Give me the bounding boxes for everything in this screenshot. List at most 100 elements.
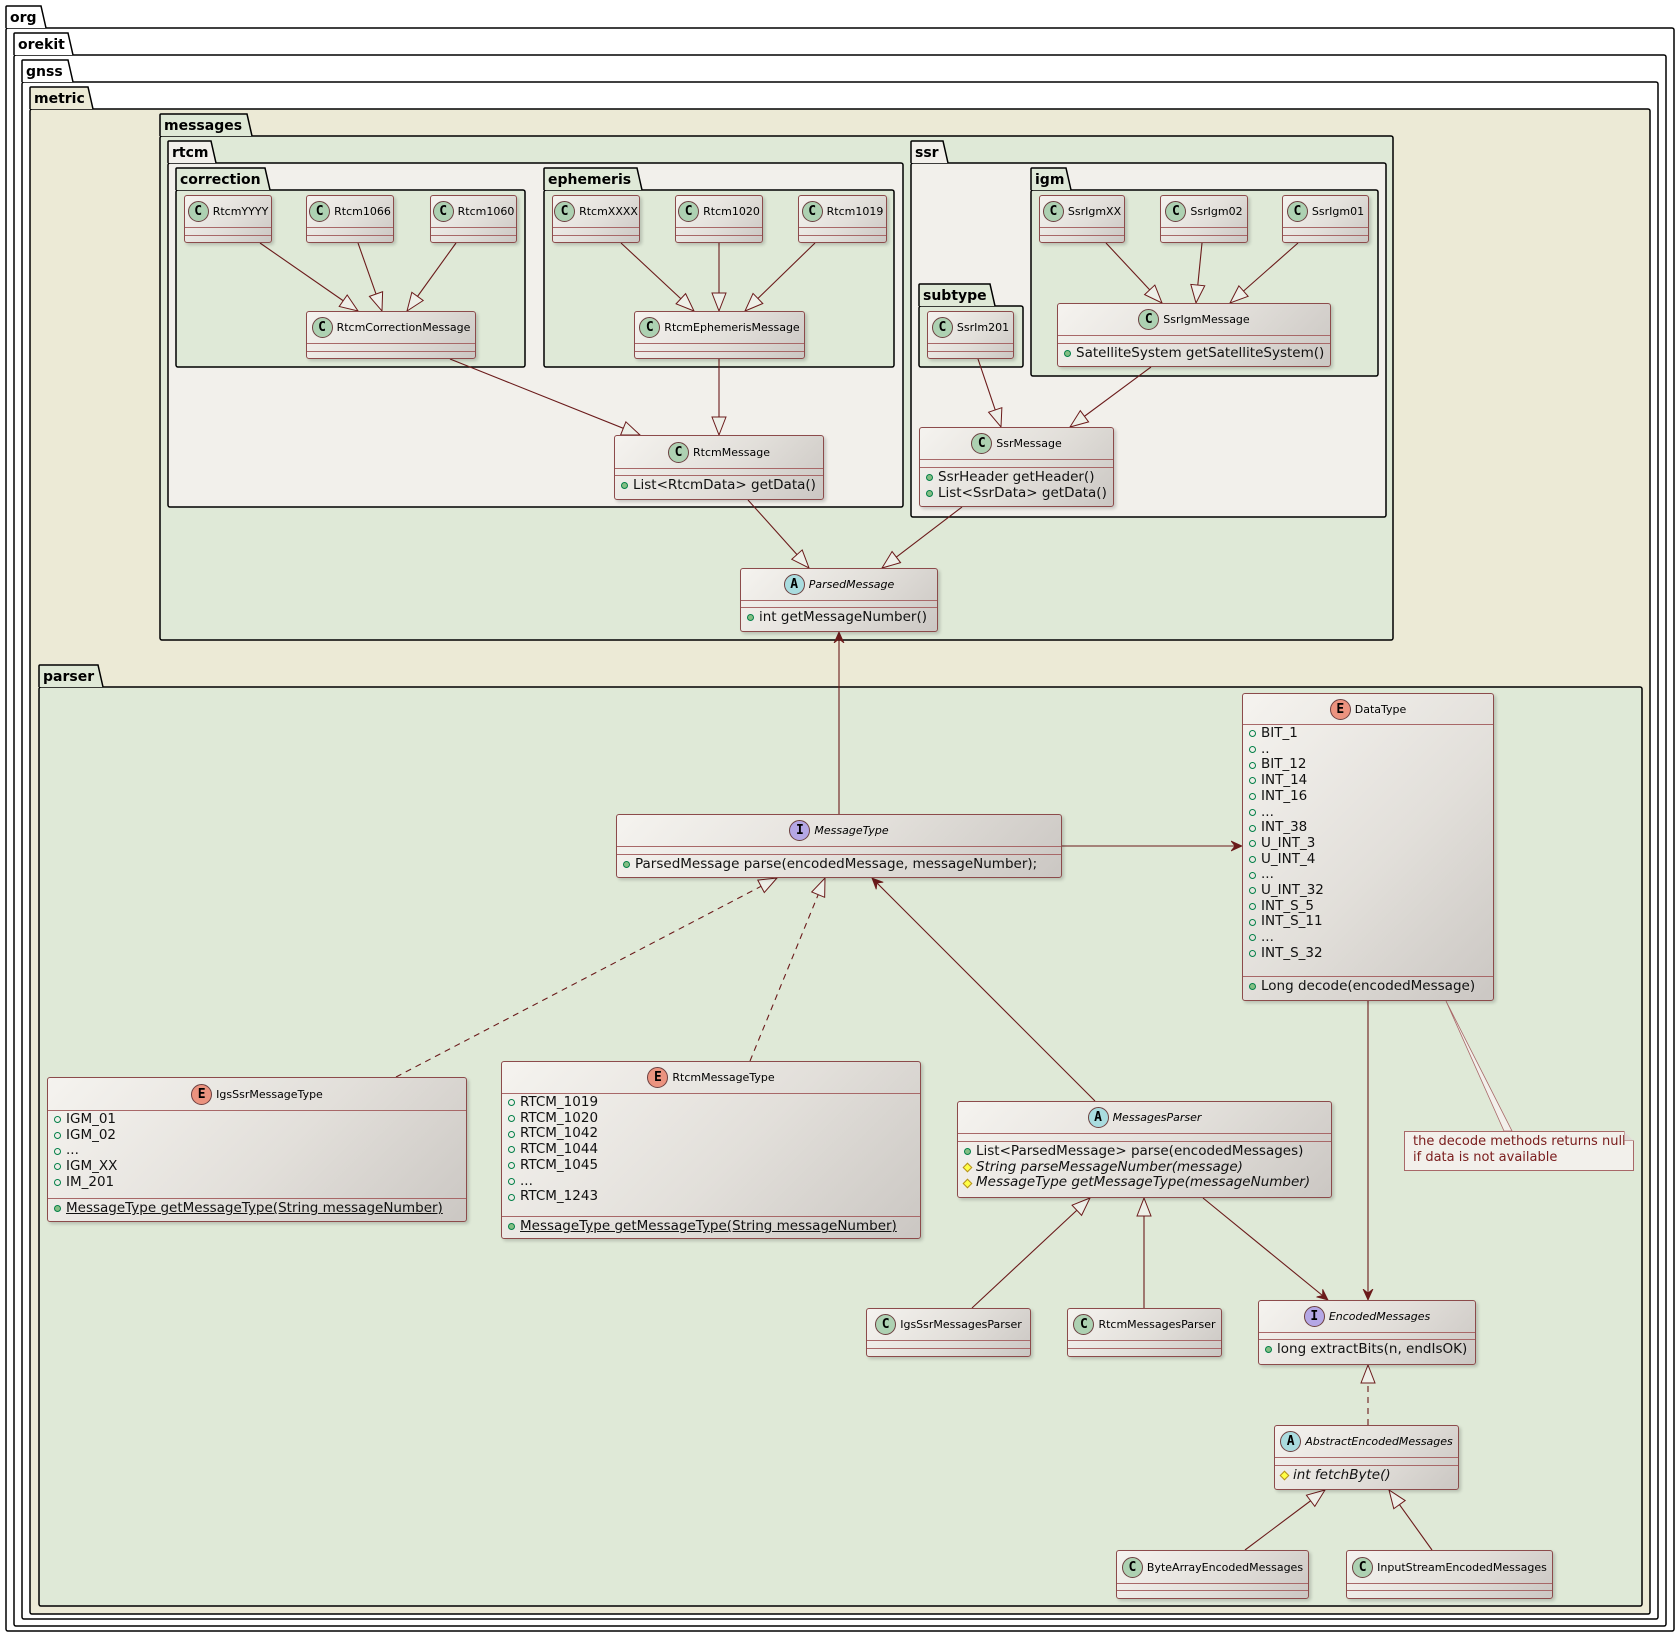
class-ssrigmmessage[interactable]: C SsrIgmMessage SatelliteSystem getSatelli… (1057, 303, 1331, 367)
abstract-class-abstractencodedmessages[interactable]: A AbstractEncodedMessages int fetchByte() (1274, 1425, 1459, 1490)
method: MessageType getMessageType(String messag… (508, 1218, 920, 1235)
member-text: String parseMessageNumber(message) (976, 1158, 1243, 1175)
enum-datatype[interactable]: E DataType BIT_1.. BIT_12 INT_14 INT_16... INT… (1242, 693, 1494, 1001)
attributes-compartment (867, 1341, 1030, 1349)
attributes-compartment (1283, 228, 1368, 236)
attributes-compartment (553, 228, 639, 236)
method: List<ParsedMessage> parse(encodedMessage… (964, 1143, 1331, 1160)
attributes-compartment: BIT_1.. BIT_12 INT_14 INT_16... INT_38 U_INT_… (1243, 725, 1493, 977)
enum-constant: INT_14 (1249, 772, 1493, 789)
class-rtcmxxxx[interactable]: C RtcmXXXX (552, 195, 640, 243)
methods-compartment (867, 1349, 1030, 1356)
enum-constant: U_INT_3 (1249, 834, 1493, 852)
class-rtcmephemerismessage[interactable]: C RtcmEphemerisMessage (634, 311, 805, 359)
class-spot-icon: C (309, 201, 331, 222)
enum-constant: INT_16 (1249, 787, 1493, 805)
protected-method-icon (962, 1178, 973, 1189)
class-ssrigm01[interactable]: C SsrIgm01 (1282, 195, 1369, 243)
public-field-icon (1249, 730, 1256, 738)
class-rtcm1020[interactable]: C Rtcm1020 (675, 195, 763, 243)
class-ssrim201[interactable]: C SsrIm201 (927, 311, 1014, 359)
class-rtcmyyyy[interactable]: C RtcmYYYY (184, 195, 272, 243)
member-text: SatelliteSystem getSatelliteSystem() (1076, 345, 1325, 361)
class-name: SsrIgmMessage (1163, 313, 1250, 326)
class-name: SsrIm201 (956, 321, 1010, 334)
protected-method-icon (962, 1162, 973, 1173)
class-header: C ByteArrayEncodedMessages (1117, 1551, 1308, 1584)
methods-compartment (431, 236, 516, 242)
class-name: SsrIgm01 (1311, 205, 1365, 218)
package-label: messages (164, 118, 242, 134)
interface-spot-icon: I (1303, 1306, 1325, 1327)
interface-encodedmessages[interactable]: I EncodedMessages long extractBits(n, endI… (1258, 1300, 1476, 1365)
member-text: ... (66, 1142, 79, 1159)
class-name: Rtcm1060 (457, 205, 515, 218)
class-ssrmessage[interactable]: C SsrMessage SsrHeader getHeader() List<Ssr… (919, 427, 1114, 507)
note-fold-icon (1624, 1131, 1634, 1141)
methods-compartment (307, 352, 475, 358)
attributes-compartment (1068, 1341, 1221, 1349)
public-method-icon (926, 474, 933, 482)
enum-spot-icon: E (647, 1067, 669, 1088)
methods-compartment (1347, 1591, 1552, 1598)
class-spot-icon: C (1286, 201, 1308, 222)
class-spot-icon: C (875, 1314, 897, 1335)
abstract-class-spot-icon: A (783, 574, 805, 595)
member-text: MessageType getMessageType(String messag… (66, 1200, 443, 1216)
class-header: C SsrIgm01 (1283, 196, 1368, 228)
class-rtcmcorrectionmessage[interactable]: C RtcmCorrectionMessage (306, 311, 476, 359)
abstract-class-parsedmessage[interactable]: A ParsedMessage int getMessageNumber() (740, 568, 938, 632)
class-rtcmmessage[interactable]: C RtcmMessage List<RtcmData> getData() (614, 435, 824, 500)
enum-rtcmmessagetype[interactable]: E RtcmMessageType RTCM_1019 RTCM_1020 RTCM_1… (501, 1061, 921, 1239)
class-rtcm1066[interactable]: C Rtcm1066 (306, 195, 394, 243)
enum-constant: ... (508, 1173, 920, 1190)
methods-compartment (1117, 1591, 1308, 1598)
class-name: InputStreamEncodedMessages (1377, 1560, 1547, 1574)
class-header: C Rtcm1019 (799, 196, 886, 228)
member-text: U_INT_3 (1261, 834, 1316, 851)
attributes-compartment (307, 228, 393, 236)
class-bytearrayencodedmessages[interactable]: C ByteArrayEncodedMessages (1116, 1550, 1309, 1599)
abstract-class-messagesparser[interactable]: A MessagesParser List<ParsedMessage> parse… (957, 1101, 1332, 1198)
class-header: A AbstractEncodedMessages (1275, 1426, 1458, 1458)
class-name: SsrMessage (996, 437, 1062, 450)
class-spot-icon: C (639, 317, 661, 338)
class-rtcm1019[interactable]: C Rtcm1019 (798, 195, 887, 243)
methods-compartment (1040, 236, 1124, 242)
class-rtcm1060[interactable]: C Rtcm1060 (430, 195, 517, 243)
enum-constant: ... (1249, 804, 1493, 821)
package-label: metric (34, 91, 85, 107)
class-igsssrmessagesparser[interactable]: C IgsSsrMessagesParser (866, 1308, 1031, 1357)
member-text: INT_16 (1261, 787, 1308, 804)
class-inputstreamencodedmessages[interactable]: C InputStreamEncodedMessages (1346, 1550, 1553, 1599)
class-ssrigmxx[interactable]: C SsrIgmXX (1039, 195, 1125, 243)
class-name: IgsSsrMessagesParser (900, 1318, 1022, 1331)
method: long extractBits(n, endIsOK) (1265, 1341, 1475, 1358)
enum-constant: INT_S_5 (1249, 898, 1493, 915)
public-field-icon (1249, 777, 1256, 785)
class-header: C Rtcm1020 (676, 196, 762, 228)
class-name: RtcmMessagesParser (1098, 1318, 1216, 1331)
member-text: INT_38 (1261, 819, 1308, 836)
class-name: Rtcm1066 (334, 205, 391, 218)
method: SsrHeader getHeader() (926, 469, 1113, 486)
interface-messagetype[interactable]: I MessageType ParsedMessage parse(encodedM… (616, 814, 1062, 878)
attributes-compartment (920, 460, 1113, 468)
methods-compartment (676, 236, 762, 242)
package-label: ssr (915, 145, 939, 161)
class-header: C SsrIgmMessage (1058, 304, 1330, 336)
enum-constant: IGM_02 (54, 1127, 466, 1144)
public-field-icon (54, 1147, 61, 1155)
member-text: long extractBits(n, endIsOK) (1277, 1341, 1468, 1357)
method: int getMessageNumber() (747, 609, 937, 626)
public-field-icon (1249, 824, 1256, 832)
attributes-compartment (799, 228, 886, 236)
class-name: RtcmEphemerisMessage (664, 321, 800, 334)
class-name: AbstractEncodedMessages (1305, 1435, 1453, 1448)
class-name: RtcmMessageType (672, 1071, 775, 1084)
class-ssrigm02[interactable]: C SsrIgm02 (1160, 195, 1248, 243)
class-rtcmmessagesparser[interactable]: C RtcmMessagesParser (1067, 1308, 1222, 1357)
enum-igsssrmessagetype[interactable]: E IgsSsrMessageType IGM_01 IGM_02... IGM_XX I… (47, 1077, 467, 1222)
attributes-compartment: IGM_01 IGM_02... IGM_XX IM_201 (48, 1111, 466, 1199)
class-header: C InputStreamEncodedMessages (1347, 1551, 1552, 1584)
